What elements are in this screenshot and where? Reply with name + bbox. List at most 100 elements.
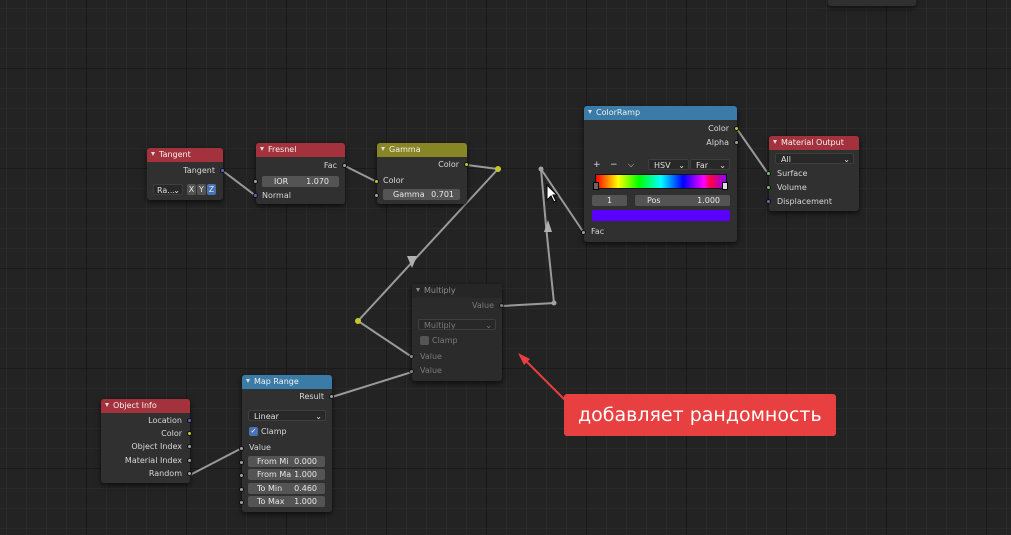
multiply-value-output-label: Value [472, 301, 494, 310]
multiply-node[interactable]: Multiply Value Multiply ⌄ Clamp Value Val… [409, 284, 504, 381]
map-range-node[interactable]: Map Range Result Linear ⌄ ✓ Clamp Value F… [239, 375, 334, 512]
gamma-value-input-socket[interactable] [374, 193, 379, 198]
reroute-dot [538, 166, 544, 172]
fresnel-fac-output-label: Fac [323, 161, 337, 170]
map-range-header[interactable]: Map Range [242, 375, 332, 389]
collapse-icon[interactable] [151, 151, 155, 156]
fresnel-fac-output-socket[interactable] [342, 163, 347, 168]
from-max-input-socket[interactable] [239, 473, 244, 478]
collapse-icon[interactable] [246, 378, 250, 383]
wire-direction-arrow [544, 220, 552, 232]
volume-input-socket[interactable] [766, 185, 771, 190]
collapse-icon[interactable] [381, 146, 385, 151]
collapse-icon[interactable] [773, 139, 777, 144]
tangent-axis-dropdown[interactable]: Ra... ⌄ [153, 184, 183, 195]
material-index-output-label: Material Index [124, 456, 182, 465]
math-operation-dropdown[interactable]: Multiply ⌄ [418, 319, 496, 330]
wire-tangent-to-normal [222, 170, 257, 197]
multiply-value-output-socket[interactable] [499, 303, 504, 308]
to-max-input-socket[interactable] [239, 500, 244, 505]
gamma-value-field[interactable]: Gamma 0.701 [383, 189, 460, 200]
from-min-field[interactable]: From Mi 0.000 [248, 456, 325, 467]
partial-node-top-right [828, 0, 916, 6]
tangent-header[interactable]: Tangent [147, 148, 223, 162]
color-output-socket[interactable] [187, 431, 192, 436]
remove-stop-button[interactable]: − [610, 160, 618, 170]
colorramp-fac-input-socket[interactable] [581, 230, 586, 235]
tangent-node[interactable]: Tangent Tangent Ra... ⌄ X Y Z [147, 148, 225, 200]
displacement-input-socket[interactable] [766, 199, 771, 204]
chevron-down-icon: ⌄ [843, 155, 850, 164]
axis-y-button[interactable]: Y [197, 184, 206, 195]
to-min-input-socket[interactable] [239, 487, 244, 492]
from-min-input-socket[interactable] [239, 460, 244, 465]
ramp-menu-button[interactable]: ⌵ [628, 160, 634, 170]
axis-z-button[interactable]: Z [207, 184, 216, 195]
random-output-socket[interactable] [187, 471, 192, 476]
wire-maprange-to-multiply [331, 371, 413, 398]
to-min-field[interactable]: To Min 0.460 [248, 483, 325, 494]
from-max-field[interactable]: From Ma 1.000 [248, 469, 325, 480]
fresnel-header[interactable]: Fresnel [256, 143, 345, 157]
colorramp-fac-label: Fac [591, 227, 605, 236]
clamp-checkbox[interactable] [420, 336, 429, 345]
multiply-header[interactable]: Multiply [412, 284, 502, 298]
colorramp-color-output-socket[interactable] [734, 126, 739, 131]
tangent-output-socket[interactable] [220, 168, 225, 173]
fresnel-node[interactable]: Fresnel Fac IOR 1.070 Normal [253, 143, 347, 204]
wire-objectinfo-to-maprange [189, 447, 243, 476]
gamma-node[interactable]: Gamma Color Color Gamma 0.701 [374, 143, 469, 204]
fresnel-ior-input-socket[interactable] [253, 179, 258, 184]
wire-colorramp-to-output [736, 128, 770, 176]
multiply-value2-input-socket[interactable] [409, 369, 414, 374]
colorramp-header[interactable]: ColorRamp [584, 106, 737, 120]
object-index-output-socket[interactable] [187, 444, 192, 449]
colorramp-node[interactable]: ColorRamp Color Alpha + − ⌵ HSV ⌄ Far ⌄ 1 … [581, 106, 739, 242]
reroute-dot [551, 300, 557, 306]
map-range-result-output-socket[interactable] [329, 394, 334, 399]
color-mode-dropdown[interactable]: HSV ⌄ [648, 159, 689, 170]
surface-input-socket[interactable] [766, 171, 771, 176]
map-range-value-input-socket[interactable] [239, 446, 244, 451]
surface-label: Surface [777, 169, 808, 178]
map-range-interp-dropdown[interactable]: Linear ⌄ [248, 410, 326, 421]
render-target-dropdown[interactable]: All ⌄ [775, 153, 854, 164]
collapse-icon[interactable] [588, 109, 592, 114]
active-stop-color-swatch[interactable] [592, 210, 730, 221]
object-info-header[interactable]: Object Info [101, 399, 190, 413]
interpolation-dropdown[interactable]: Far ⌄ [690, 159, 730, 170]
annotation-arrow-line [522, 357, 566, 401]
gamma-header[interactable]: Gamma [377, 143, 467, 157]
stop-position-field[interactable]: Pos 1.000 [635, 195, 730, 206]
material-output-header[interactable]: Material Output [769, 136, 859, 150]
multiply-value1-input-socket[interactable] [409, 354, 414, 359]
gamma-color-input-socket[interactable] [374, 179, 379, 184]
multiply-value2-label: Value [420, 366, 442, 375]
location-output-socket[interactable] [187, 418, 192, 423]
to-max-field[interactable]: To Max 1.000 [248, 496, 325, 507]
color-stop-handle[interactable] [593, 182, 599, 190]
object-info-node[interactable]: Object Info Location Color Object Index … [101, 399, 192, 483]
fresnel-normal-input-socket[interactable] [253, 193, 258, 198]
material-output-node[interactable]: Material Output All ⌄ Surface Volume Disp… [766, 136, 859, 211]
reroute-dot [355, 318, 361, 324]
wire-fresnel-to-gamma [344, 165, 378, 183]
chevron-down-icon: ⌄ [485, 321, 492, 330]
chevron-down-icon: ⌄ [173, 186, 180, 195]
axis-x-button[interactable]: X [187, 184, 196, 195]
collapse-icon[interactable] [260, 146, 264, 151]
fresnel-ior-field[interactable]: IOR 1.070 [262, 176, 339, 187]
map-range-clamp-checkbox[interactable]: ✓ [249, 427, 258, 436]
add-stop-button[interactable]: + [593, 160, 601, 170]
collapse-icon[interactable] [105, 402, 109, 407]
colorramp-alpha-output-socket[interactable] [734, 140, 739, 145]
collapse-icon[interactable] [416, 287, 420, 292]
gamma-color-output-socket[interactable] [464, 162, 469, 167]
colorramp-color-output-label: Color [708, 124, 729, 133]
chevron-down-icon: ⌄ [678, 161, 685, 170]
material-index-output-socket[interactable] [187, 458, 192, 463]
mouse-cursor-icon [546, 184, 558, 203]
stop-index-field[interactable]: 1 [592, 195, 627, 206]
color-ramp-gradient[interactable] [595, 174, 727, 189]
color-stop-handle[interactable] [722, 182, 728, 190]
